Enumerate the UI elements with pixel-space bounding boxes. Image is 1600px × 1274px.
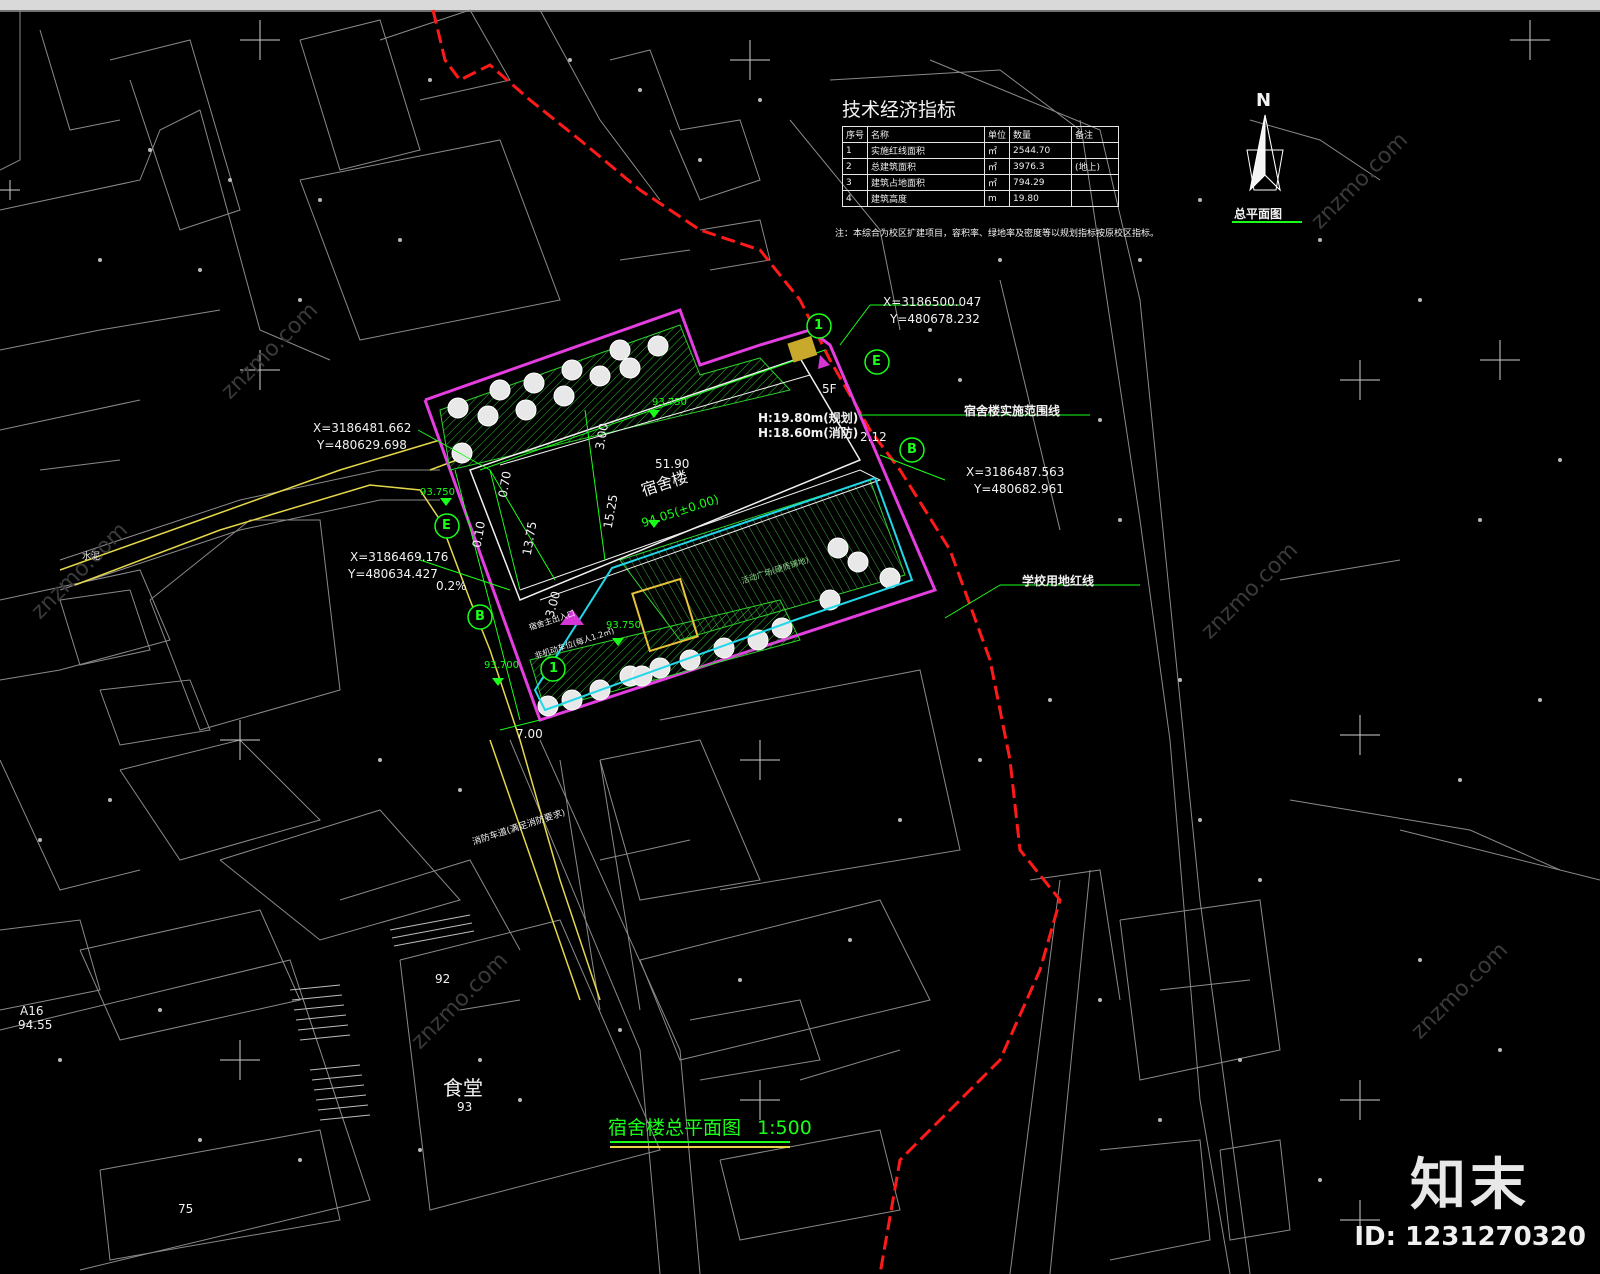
building-floors: 5F bbox=[822, 382, 837, 396]
parcel-elevation: 94.55 bbox=[18, 1018, 53, 1032]
table-cell: (地上) bbox=[1071, 158, 1120, 175]
table-cell: ㎡ bbox=[984, 158, 1011, 175]
table-cell: m bbox=[984, 190, 1011, 207]
north-label: N bbox=[1256, 90, 1272, 111]
dim-d5: 7.00 bbox=[516, 727, 543, 741]
header-cell: 名称 bbox=[867, 126, 986, 143]
header-cell: 备注 bbox=[1071, 126, 1120, 143]
table-cell bbox=[1071, 190, 1120, 207]
table-cell: ㎡ bbox=[984, 174, 1011, 191]
table-cell bbox=[1071, 142, 1120, 159]
svg-text:znzmo.com: znzmo.com bbox=[1407, 938, 1513, 1044]
svg-text:znzmo.com: znzmo.com bbox=[1307, 128, 1413, 234]
axis-marker: 1 bbox=[549, 661, 559, 676]
table-cell: 建筑高度 bbox=[867, 190, 986, 207]
survey-points bbox=[38, 58, 1562, 1182]
svg-text:znzmo.com: znzmo.com bbox=[1197, 538, 1303, 644]
coord-y: Y=480682.961 bbox=[974, 482, 1064, 496]
elevation-label: 93.700 bbox=[484, 660, 519, 671]
brand-watermark: 知末 bbox=[1410, 1153, 1530, 1218]
table-cell: 总建筑面积 bbox=[867, 158, 986, 175]
table-cell: 794.29 bbox=[1009, 174, 1073, 191]
header-cell: 单位 bbox=[984, 126, 1011, 143]
coord-y: Y=480678.232 bbox=[890, 312, 980, 326]
elevation-label: 93.750 bbox=[652, 397, 687, 408]
table-cell: 2544.70 bbox=[1009, 142, 1073, 159]
table-row: 1 实施红线面积 ㎡ 2544.70 bbox=[841, 142, 1120, 159]
table-cell: 19.80 bbox=[1009, 190, 1073, 207]
table-cell: 3 bbox=[841, 174, 869, 191]
table-row: 3 建筑占地面积 ㎡ 794.29 bbox=[841, 174, 1120, 191]
tech-table: 序号 名称 单位 数量 备注 1 实施红线面积 ㎡ 2544.70 2 总建筑面… bbox=[841, 126, 1120, 207]
table-cell: 建筑占地面积 bbox=[867, 174, 986, 191]
table-cell: 4 bbox=[841, 190, 869, 207]
drawing-title-text: 宿舍楼总平面图 bbox=[608, 1117, 742, 1139]
table-cell: 实施红线面积 bbox=[867, 142, 986, 159]
elevation-label: 93.750 bbox=[606, 620, 641, 631]
table-cell: ㎡ bbox=[984, 142, 1011, 159]
tech-table-note: 注：本综合为校区扩建项目，容积率、绿地率及密度等以规划指标按原校区指标。 bbox=[835, 229, 1160, 239]
table-row: 4 建筑高度 m 19.80 bbox=[841, 190, 1120, 207]
drawing-title: 宿舍楼总平面图 1:500 bbox=[608, 1113, 812, 1140]
axis-marker: B bbox=[907, 442, 917, 457]
coord-x: X=3186487.563 bbox=[966, 465, 1065, 479]
tech-table-header: 序号 名称 单位 数量 备注 bbox=[841, 126, 1120, 143]
dim-d6: 2.12 bbox=[860, 430, 887, 444]
table-row: 2 总建筑面积 ㎡ 3976.3 (地上) bbox=[841, 158, 1120, 175]
header-cell: 序号 bbox=[841, 126, 869, 143]
id-watermark: ID: 1231270320 bbox=[1354, 1222, 1586, 1252]
building-height-plan: H:19.80m(规划) bbox=[758, 411, 859, 425]
tech-table-title: 技术经济指标 bbox=[842, 99, 957, 121]
table-cell: 2 bbox=[841, 158, 869, 175]
compass-caption: 总平面图 bbox=[1234, 207, 1283, 221]
table-cell: 3976.3 bbox=[1009, 158, 1073, 175]
building-height-fire: H:18.60m(消防) bbox=[758, 426, 859, 440]
table-cell bbox=[1071, 174, 1120, 191]
parcel-label: A16 bbox=[20, 1004, 44, 1018]
dim-length: 51.90 bbox=[655, 457, 690, 471]
axis-marker: B bbox=[475, 609, 485, 624]
coord-x: X=3186481.662 bbox=[313, 421, 412, 435]
coord-y: Y=480634.427 bbox=[348, 567, 438, 581]
drawing-scale: 1:500 bbox=[757, 1117, 812, 1139]
coord-x: X=3186500.047 bbox=[883, 295, 982, 309]
axis-marker: E bbox=[442, 518, 451, 533]
coord-y: Y=480629.698 bbox=[317, 438, 407, 452]
road-material-label: 水泥 bbox=[82, 552, 101, 562]
svg-text:znzmo.com: znzmo.com bbox=[407, 948, 513, 1054]
coord-x: X=3186469.176 bbox=[350, 550, 449, 564]
building-number: 92 bbox=[435, 972, 451, 986]
svg-text:znzmo.com: znzmo.com bbox=[217, 298, 323, 404]
canteen-number: 93 bbox=[457, 1100, 473, 1114]
dim-d7: 0.2% bbox=[436, 579, 467, 593]
axis-marker: E bbox=[872, 354, 881, 369]
elevation-label: 93.750 bbox=[420, 487, 455, 498]
building-number: 75 bbox=[178, 1202, 194, 1216]
yellow-road bbox=[59, 439, 601, 1001]
canteen-label: 食堂 bbox=[443, 1076, 483, 1100]
table-cell: 1 bbox=[841, 142, 869, 159]
dorm-boundary-callout: 宿舍楼实施范围线 bbox=[964, 404, 1061, 418]
cad-drawing-canvas: znzmo.com znzmo.com znzmo.com znzmo.com … bbox=[0, 9, 1600, 1274]
school-redline-callout: 学校用地红线 bbox=[1022, 574, 1095, 588]
header-cell: 数量 bbox=[1009, 126, 1073, 143]
axis-marker: 1 bbox=[814, 318, 824, 333]
